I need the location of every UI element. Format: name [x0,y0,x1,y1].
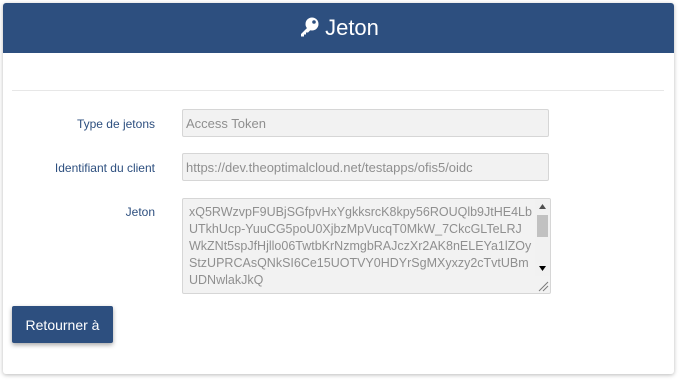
client-id-field[interactable] [182,153,549,181]
back-button[interactable]: Retourner à [12,306,113,343]
client-id-label: Identifiant du client [54,161,155,175]
token-value: xQ5RWzvpF9UBjSGfpvHxYgkksrcK8kpy56ROUQlb… [189,205,532,287]
scroll-thumb[interactable] [537,215,548,237]
scroll-up-arrow-icon[interactable] [535,199,550,214]
token-label: Jeton [125,205,155,219]
token-card: Jeton Type de jetons Identifiant du clie… [3,3,674,374]
key-icon [298,16,320,38]
token-type-field[interactable] [182,109,549,137]
token-textarea[interactable]: xQ5RWzvpF9UBjSGfpvHxYgkksrcK8kpy56ROUQlb… [182,198,551,294]
resize-grip-icon[interactable] [535,278,550,293]
page-header: Jeton [3,3,674,53]
scroll-down-arrow-icon[interactable] [535,261,550,276]
divider [12,90,664,91]
token-type-label: Type de jetons [76,117,155,131]
page-title: Jeton [325,15,379,40]
token-scrollbar[interactable] [535,199,550,276]
